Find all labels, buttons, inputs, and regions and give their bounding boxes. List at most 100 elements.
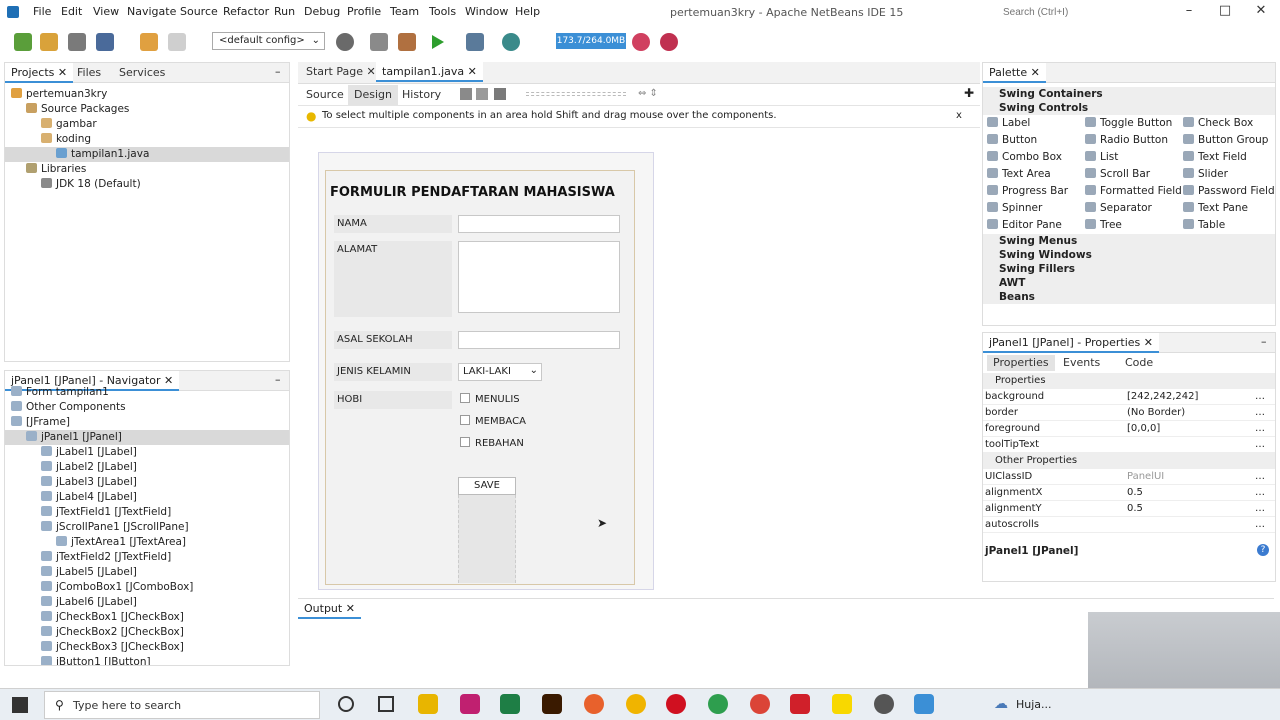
close-icon[interactable]: ✕ bbox=[1144, 336, 1153, 349]
debug-icon[interactable] bbox=[466, 33, 484, 51]
palette-item[interactable]: Text Pane bbox=[1183, 200, 1248, 217]
tab-services[interactable]: Services bbox=[113, 63, 171, 83]
label-asal-sekolah[interactable]: ASAL SEKOLAH bbox=[334, 331, 452, 349]
tab-palette[interactable]: Palette ✕ bbox=[983, 63, 1046, 83]
close-icon[interactable]: ✕ bbox=[58, 66, 67, 79]
menu-help[interactable]: Help bbox=[515, 5, 540, 18]
property-row[interactable]: alignmentX 0.5… bbox=[983, 485, 1275, 501]
tab-events[interactable]: Events bbox=[1057, 355, 1106, 371]
palette-item[interactable]: Formatted Field bbox=[1085, 183, 1182, 200]
palette-item[interactable]: Progress Bar bbox=[987, 183, 1068, 200]
palette-category[interactable]: Beans bbox=[983, 290, 1275, 304]
palette-item[interactable]: Text Area bbox=[987, 166, 1051, 183]
menu-refactor[interactable]: Refactor bbox=[223, 5, 269, 18]
property-editor-button[interactable]: … bbox=[1255, 389, 1265, 405]
tab-output[interactable]: Output ✕ bbox=[298, 599, 361, 619]
property-value[interactable]: PanelUI bbox=[1127, 469, 1164, 485]
palette-item[interactable]: Label bbox=[987, 115, 1030, 132]
subtab-design[interactable]: Design bbox=[348, 85, 398, 105]
property-value[interactable]: 0.5 bbox=[1127, 485, 1143, 501]
close-icon[interactable]: ✕ bbox=[1031, 66, 1040, 79]
sticky-notes-icon[interactable] bbox=[832, 694, 852, 714]
properties-section[interactable]: Other Properties bbox=[983, 453, 1275, 469]
label-alamat[interactable]: ALAMAT bbox=[334, 241, 452, 317]
navigator-item[interactable]: jScrollPane1 [JScrollPane] bbox=[5, 520, 289, 535]
property-value[interactable]: (No Border) bbox=[1127, 405, 1185, 421]
file-explorer-icon[interactable] bbox=[418, 694, 438, 714]
run-icon[interactable] bbox=[432, 35, 444, 49]
palette-category[interactable]: Swing Fillers bbox=[983, 262, 1275, 276]
navigator-item[interactable]: jCheckBox2 [JCheckBox] bbox=[5, 625, 289, 640]
tab-properties-window[interactable]: jPanel1 [JPanel] - Properties ✕ bbox=[983, 333, 1160, 353]
menu-tools[interactable]: Tools bbox=[429, 5, 456, 18]
search-input[interactable] bbox=[985, 4, 1167, 20]
chrome-icon-1[interactable] bbox=[708, 694, 728, 714]
build-icon[interactable] bbox=[370, 33, 388, 51]
property-editor-button[interactable]: … bbox=[1255, 405, 1265, 421]
property-editor-button[interactable]: … bbox=[1255, 469, 1265, 485]
minimize-button[interactable]: – bbox=[1176, 3, 1202, 21]
tab-projects[interactable]: Projects ✕ bbox=[5, 63, 74, 83]
palette-item[interactable]: Toggle Button bbox=[1085, 115, 1172, 132]
palette-item[interactable]: Editor Pane bbox=[987, 217, 1062, 234]
palette-item[interactable]: Slider bbox=[1183, 166, 1228, 183]
palette-item[interactable]: Radio Button bbox=[1085, 132, 1168, 149]
property-editor-button[interactable]: … bbox=[1255, 437, 1265, 453]
weather-text[interactable]: Huja... bbox=[1016, 698, 1052, 711]
palette-item[interactable]: Button bbox=[987, 132, 1037, 149]
palette-item[interactable]: Separator bbox=[1085, 200, 1152, 217]
property-row[interactable]: toolTipText… bbox=[983, 437, 1275, 453]
opera-icon[interactable] bbox=[666, 694, 686, 714]
palette-item[interactable]: Check Box bbox=[1183, 115, 1253, 132]
palette-item[interactable]: List bbox=[1085, 149, 1118, 166]
cortana-icon[interactable] bbox=[338, 696, 354, 712]
tab-start-page[interactable]: Start Page ✕ bbox=[300, 62, 382, 82]
app-icon-2[interactable] bbox=[874, 694, 894, 714]
property-editor-button[interactable]: … bbox=[1255, 421, 1265, 437]
excel-icon[interactable] bbox=[500, 694, 520, 714]
project-tree-item[interactable]: koding bbox=[5, 132, 289, 147]
textarea-alamat[interactable] bbox=[458, 241, 620, 313]
palette-category[interactable]: Swing Menus bbox=[983, 234, 1275, 248]
navigator-item[interactable]: [JFrame] bbox=[5, 415, 289, 430]
menu-debug[interactable]: Debug bbox=[304, 5, 340, 18]
wps-icon[interactable] bbox=[790, 694, 810, 714]
netbeans-taskbar-icon[interactable] bbox=[914, 694, 934, 714]
palette-item[interactable]: Combo Box bbox=[987, 149, 1062, 166]
navigator-item[interactable]: jCheckBox3 [JCheckBox] bbox=[5, 640, 289, 655]
config-select[interactable]: <default config> ⌄ bbox=[212, 32, 325, 50]
menu-navigate[interactable]: Navigate bbox=[127, 5, 176, 18]
project-tree-item[interactable]: pertemuan3kry bbox=[5, 87, 289, 102]
property-value[interactable]: 0.5 bbox=[1127, 501, 1143, 517]
palette-item[interactable]: Text Field bbox=[1183, 149, 1247, 166]
close-icon[interactable]: ✕ bbox=[468, 65, 477, 78]
menu-source[interactable]: Source bbox=[180, 5, 218, 18]
resize-icons[interactable]: ⇔ ⇕ bbox=[638, 88, 666, 100]
property-editor-button[interactable]: … bbox=[1255, 485, 1265, 501]
minimize-panel-icon[interactable]: – bbox=[1261, 335, 1267, 348]
menu-run[interactable]: Run bbox=[274, 5, 295, 18]
textfield-asal-sekolah[interactable] bbox=[458, 331, 620, 349]
gc-icon[interactable] bbox=[632, 33, 650, 51]
navigator-item[interactable]: Other Components bbox=[5, 400, 289, 415]
app-icon-1[interactable] bbox=[460, 694, 480, 714]
profile-icon[interactable] bbox=[502, 33, 520, 51]
navigator-item[interactable]: jLabel2 [JLabel] bbox=[5, 460, 289, 475]
navigator-item[interactable]: jPanel1 [JPanel] bbox=[5, 430, 289, 445]
subtab-history[interactable]: History bbox=[396, 85, 447, 105]
checkbox-menulis[interactable]: MENULIS bbox=[460, 393, 520, 405]
palette-item[interactable]: Table bbox=[1183, 217, 1225, 234]
palette-item[interactable]: Button Group bbox=[1183, 132, 1268, 149]
label-hobi[interactable]: HOBI bbox=[334, 391, 452, 409]
menu-window[interactable]: Window bbox=[465, 5, 508, 18]
navigator-item[interactable]: jTextField1 [JTextField] bbox=[5, 505, 289, 520]
jpanel1-form[interactable]: FORMULIR PENDAFTARAN MAHASISWA NAMA ALAM… bbox=[325, 170, 635, 585]
globe-icon[interactable] bbox=[336, 33, 354, 51]
property-row[interactable]: foreground [0,0,0]… bbox=[983, 421, 1275, 437]
property-row[interactable]: border (No Border)… bbox=[983, 405, 1275, 421]
property-value[interactable]: [242,242,242] bbox=[1127, 389, 1198, 405]
menu-team[interactable]: Team bbox=[390, 5, 419, 18]
new-file-icon[interactable] bbox=[14, 33, 32, 51]
project-tree-item[interactable]: Libraries bbox=[5, 162, 289, 177]
navigator-item[interactable]: jLabel1 [JLabel] bbox=[5, 445, 289, 460]
